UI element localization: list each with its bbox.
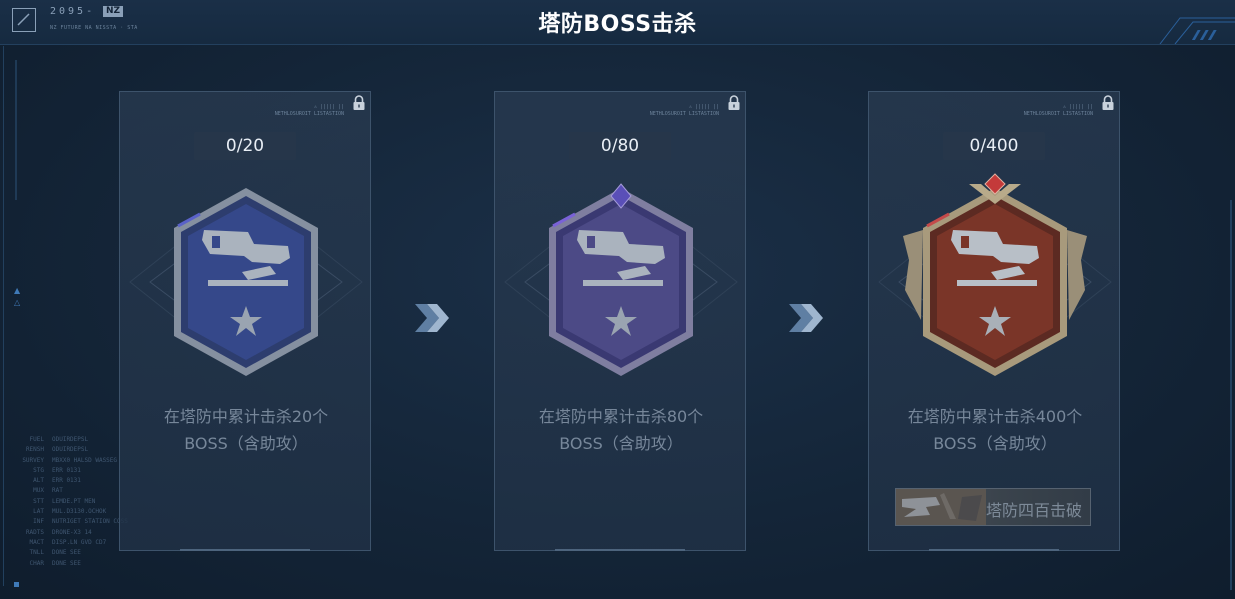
card-microtext: ⚠ ||||| || NETHLOSUROIT LISTASTION [649,104,719,117]
hud-row-value: LEMDE.PT MEN [52,497,96,505]
hud-row-key: FUEL [29,436,44,443]
medal-badge-purple [504,183,738,376]
side-triangle-outline-icon: △ [14,298,21,307]
achievement-card-80[interactable]: ⚠ ||||| || NETHLOSUROIT LISTASTION 0/80 在… [494,91,746,551]
hud-row: CHAR DONE SEE [8,559,198,569]
side-triangle-icon: ▲ [14,286,21,295]
description-line-1: 在塔防中累计击杀20个 [163,407,329,426]
achievement-description: 在塔防中累计击杀400个 BOSS（含助攻） [869,403,1121,457]
hud-row-value: NUTRIGET STATION COSS [52,518,128,526]
hud-row-value: ODUIRDEPSL [52,436,89,443]
hud-row-value: RAT [52,487,63,495]
hud-row-value: MUL.D3130.OCHOK [52,508,107,516]
hud-row-key: ALT [33,477,44,485]
lock-icon [1102,95,1114,110]
hud-row-value: MBXX0 HALSD WASSEG [52,456,118,464]
hud-row-key: STT [33,497,44,505]
description-line-1: 在塔防中累计击杀400个 [907,407,1083,426]
progress-counter: 0/400 [943,132,1045,160]
achievement-description: 在塔防中累计击杀80个 BOSS（含助攻） [495,403,747,457]
achievement-screen: ▲ △ 2095- NZ NZ FUTURE NA NISSTA · STA 塔… [0,0,1235,599]
double-chevron-right-icon [415,304,449,332]
medal-badge-blue [129,188,363,376]
progress-counter: 0/20 [194,132,296,160]
hud-row-value: ERR 0131 [52,477,81,485]
hud-row-value: ODUIRDEPSL [52,446,89,454]
frame-line-left [3,46,4,586]
description-line-2: BOSS（含助攻） [559,434,683,453]
hud-row-value: DRONE-X3 14 [52,528,92,536]
progress-counter: 0/80 [569,132,671,160]
achievement-card-400[interactable]: ⚠ ||||| || NETHLOSUROIT LISTASTION 0/400 … [868,91,1120,551]
description-line-2: BOSS（含助攻） [184,434,308,453]
achievement-card-20[interactable]: ⚠ ||||| || NETHLOSUROIT LISTASTION 0/20 在… [119,91,371,551]
frame-line-right [1230,200,1232,590]
description-line-1: 在塔防中累计击杀80个 [538,407,704,426]
lock-icon [353,95,365,110]
hud-row-value: DISP.LN GVD CD7 [52,538,107,546]
hud-row-key: CHAR [29,559,44,567]
top-bar: 2095- NZ NZ FUTURE NA NISSTA · STA 塔防BOS… [0,0,1235,45]
reward-title-label: 塔防四百击破 [985,501,1082,520]
hud-row-key: MACT [29,538,44,546]
hud-row-value: ERR 0131 [52,466,81,474]
card-microtext: ⚠ ||||| || NETHLOSUROIT LISTASTION [1023,104,1093,117]
hud-row-value: DONE SEE [52,559,81,567]
title-reward-banner[interactable]: 塔防四百击破 [895,488,1091,526]
hud-row-key: SURVEY [22,456,44,464]
card-microtext: ⚠ ||||| || NETHLOSUROIT LISTASTION [274,104,344,117]
achievement-description: 在塔防中累计击杀20个 BOSS（含助攻） [120,403,372,457]
side-gauge [15,60,17,200]
hud-row-key: STG [33,466,44,474]
hud-row-value: DONE SEE [52,549,81,557]
reward-emblem-icon [896,489,986,525]
topbar-stripe-decoration [1159,17,1235,44]
hud-row-key: LAT [33,508,44,516]
double-chevron-right-icon [789,304,823,332]
hud-row-key: INF [33,518,44,526]
page-title: 塔防BOSS击杀 [538,12,697,37]
medal-badge-red [878,173,1112,376]
lock-icon [728,95,740,110]
description-line-2: BOSS（含助攻） [933,434,1057,453]
hud-row-key: TNLL [29,549,44,557]
hud-row-key: RENSH [25,446,44,454]
hud-row-key: MUX [33,487,44,495]
hud-row-key: RADTS [25,528,44,536]
